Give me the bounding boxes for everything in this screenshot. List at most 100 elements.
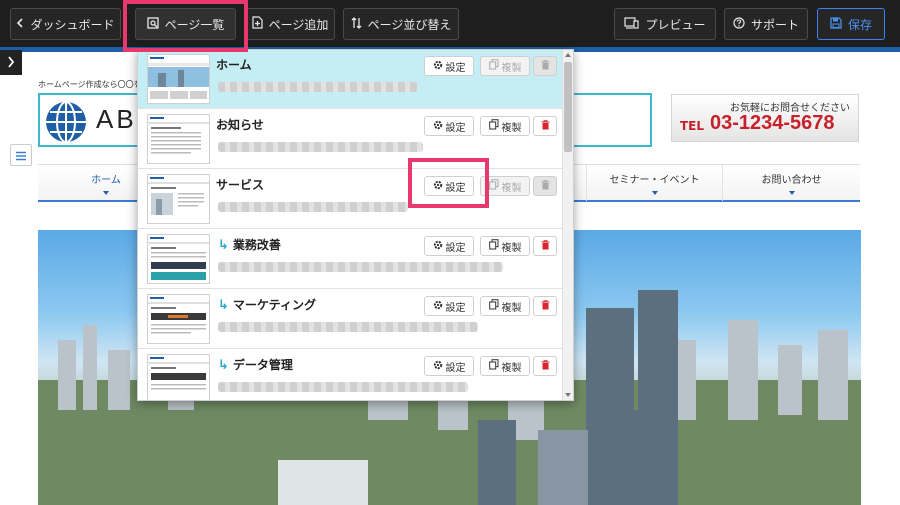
caret-down-icon [103, 191, 109, 195]
settings-button-label: 設定 [445, 302, 466, 314]
duplicate-button[interactable]: 複製 [480, 236, 530, 256]
duplicate-button[interactable]: 複製 [480, 56, 530, 76]
sort-icon [351, 16, 362, 32]
settings-button-label: 設定 [445, 122, 466, 134]
page-title: ↳ 業務改善 [218, 236, 281, 253]
page-thumbnail [147, 174, 210, 224]
globe-logo-icon [44, 100, 88, 148]
child-page-arrow-icon: ↳ [218, 298, 229, 313]
duplicate-button-label: 複製 [501, 242, 522, 254]
copy-icon [488, 359, 499, 373]
duplicate-button-label: 複製 [501, 302, 522, 314]
delete-button[interactable] [533, 116, 557, 136]
gear-icon [433, 240, 443, 253]
nav-item-contact[interactable]: お問い合わせ [723, 165, 860, 201]
save-icon [830, 16, 842, 32]
page-url-blurred [218, 322, 478, 332]
tel-prefix: TEL [680, 119, 705, 133]
page-thumbnail [147, 354, 210, 400]
logo-text: AB [96, 104, 137, 134]
preview-button-label: プレビュー [645, 17, 706, 32]
trash-icon [541, 59, 550, 73]
gear-icon [433, 300, 443, 313]
add-page-icon [252, 16, 263, 32]
copy-icon [488, 299, 499, 313]
page-row-marketing[interactable]: ↳ マーケティング 設定 複製 [138, 290, 562, 349]
child-page-arrow-icon: ↳ [218, 238, 229, 253]
page-list-button[interactable]: ページ一覧 [135, 8, 236, 40]
chevron-right-icon [7, 53, 15, 72]
settings-button[interactable]: 設定 [424, 176, 474, 196]
scroll-down-icon[interactable] [565, 393, 571, 397]
page-row-service[interactable]: サービス 設定 複製 [138, 170, 562, 229]
tel-number: 03-1234-5678 [710, 112, 835, 134]
support-button[interactable]: サポート [724, 8, 808, 40]
page-row-home[interactable]: ホーム 設定 複製 [138, 50, 562, 109]
page-list-button-label: ページ一覧 [164, 17, 225, 32]
duplicate-button-label: 複製 [501, 362, 522, 374]
settings-button-label: 設定 [445, 182, 466, 194]
duplicate-button[interactable]: 複製 [480, 356, 530, 376]
gear-icon [433, 60, 443, 73]
top-toolbar: ダッシュボード ページ一覧 ページ追加 ページ並び替え プレビュー サポート 保… [0, 0, 900, 47]
copy-icon [488, 119, 499, 133]
site-tagline: ホームページ作成なら〇〇を [38, 80, 142, 89]
page-url-blurred [218, 202, 408, 212]
preview-button[interactable]: プレビュー [614, 8, 716, 40]
delete-button[interactable] [533, 236, 557, 256]
delete-button[interactable] [533, 356, 557, 376]
delete-button[interactable] [533, 56, 557, 76]
page-title-text: マーケティング [232, 298, 316, 312]
trash-icon [541, 359, 550, 373]
duplicate-button-label: 複製 [501, 122, 522, 134]
child-page-arrow-icon: ↳ [218, 358, 229, 373]
delete-button[interactable] [533, 296, 557, 316]
page-row-business-improvement[interactable]: ↳ 業務改善 設定 複製 [138, 230, 562, 289]
page-title: お知らせ [216, 118, 264, 132]
page-title: ↳ マーケティング [218, 296, 316, 313]
scroll-up-icon[interactable] [565, 53, 571, 57]
chevron-left-icon [16, 17, 24, 31]
duplicate-button[interactable]: 複製 [480, 176, 530, 196]
scrollbar-thumb[interactable] [564, 62, 572, 152]
page-title-text: データ管理 [232, 358, 293, 372]
add-page-button-label: ページ追加 [268, 17, 329, 32]
delete-button[interactable] [533, 176, 557, 196]
page-title: ↳ データ管理 [218, 356, 293, 373]
hamburger-icon [15, 146, 27, 165]
copy-icon [488, 179, 499, 193]
page-url-blurred [218, 262, 503, 272]
page-url-blurred [218, 142, 423, 152]
copy-icon [488, 239, 499, 253]
reorder-pages-button-label: ページ並び替え [367, 17, 452, 32]
support-button-label: サポート [750, 17, 799, 32]
contact-banner[interactable]: お気軽にお問合せください TEL 03-1234-5678 [671, 94, 859, 142]
add-page-button[interactable]: ページ追加 [245, 8, 335, 40]
site-menu-button[interactable] [10, 144, 32, 166]
settings-button[interactable]: 設定 [424, 356, 474, 376]
page-title: サービス [216, 178, 265, 192]
side-panel-toggle[interactable] [0, 50, 22, 75]
gear-icon [433, 360, 443, 373]
page-list-panel: ホーム 設定 複製 お知らせ 設定 複製 サービス 設定 複製 ↳ 業務改善 設… [137, 49, 574, 401]
settings-button[interactable]: 設定 [424, 296, 474, 316]
save-button-label: 保存 [847, 17, 872, 32]
dashboard-button[interactable]: ダッシュボード [10, 8, 121, 40]
nav-item-seminar[interactable]: セミナー・イベント [586, 165, 723, 201]
duplicate-button[interactable]: 複製 [480, 116, 530, 136]
page-thumbnail [147, 234, 210, 284]
settings-button-label: 設定 [445, 242, 466, 254]
save-button[interactable]: 保存 [817, 8, 885, 40]
settings-button[interactable]: 設定 [424, 116, 474, 136]
trash-icon [541, 299, 550, 313]
duplicate-button-label: 複製 [501, 182, 522, 194]
duplicate-button[interactable]: 複製 [480, 296, 530, 316]
reorder-pages-button[interactable]: ページ並び替え [343, 8, 459, 40]
settings-button[interactable]: 設定 [424, 56, 474, 76]
page-row-news[interactable]: お知らせ 設定 複製 [138, 110, 562, 169]
gear-icon [433, 120, 443, 133]
trash-icon [541, 179, 550, 193]
settings-button[interactable]: 設定 [424, 236, 474, 256]
nav-item-label: セミナー・イベント [609, 175, 700, 186]
page-row-data-management[interactable]: ↳ データ管理 設定 複製 [138, 350, 562, 400]
